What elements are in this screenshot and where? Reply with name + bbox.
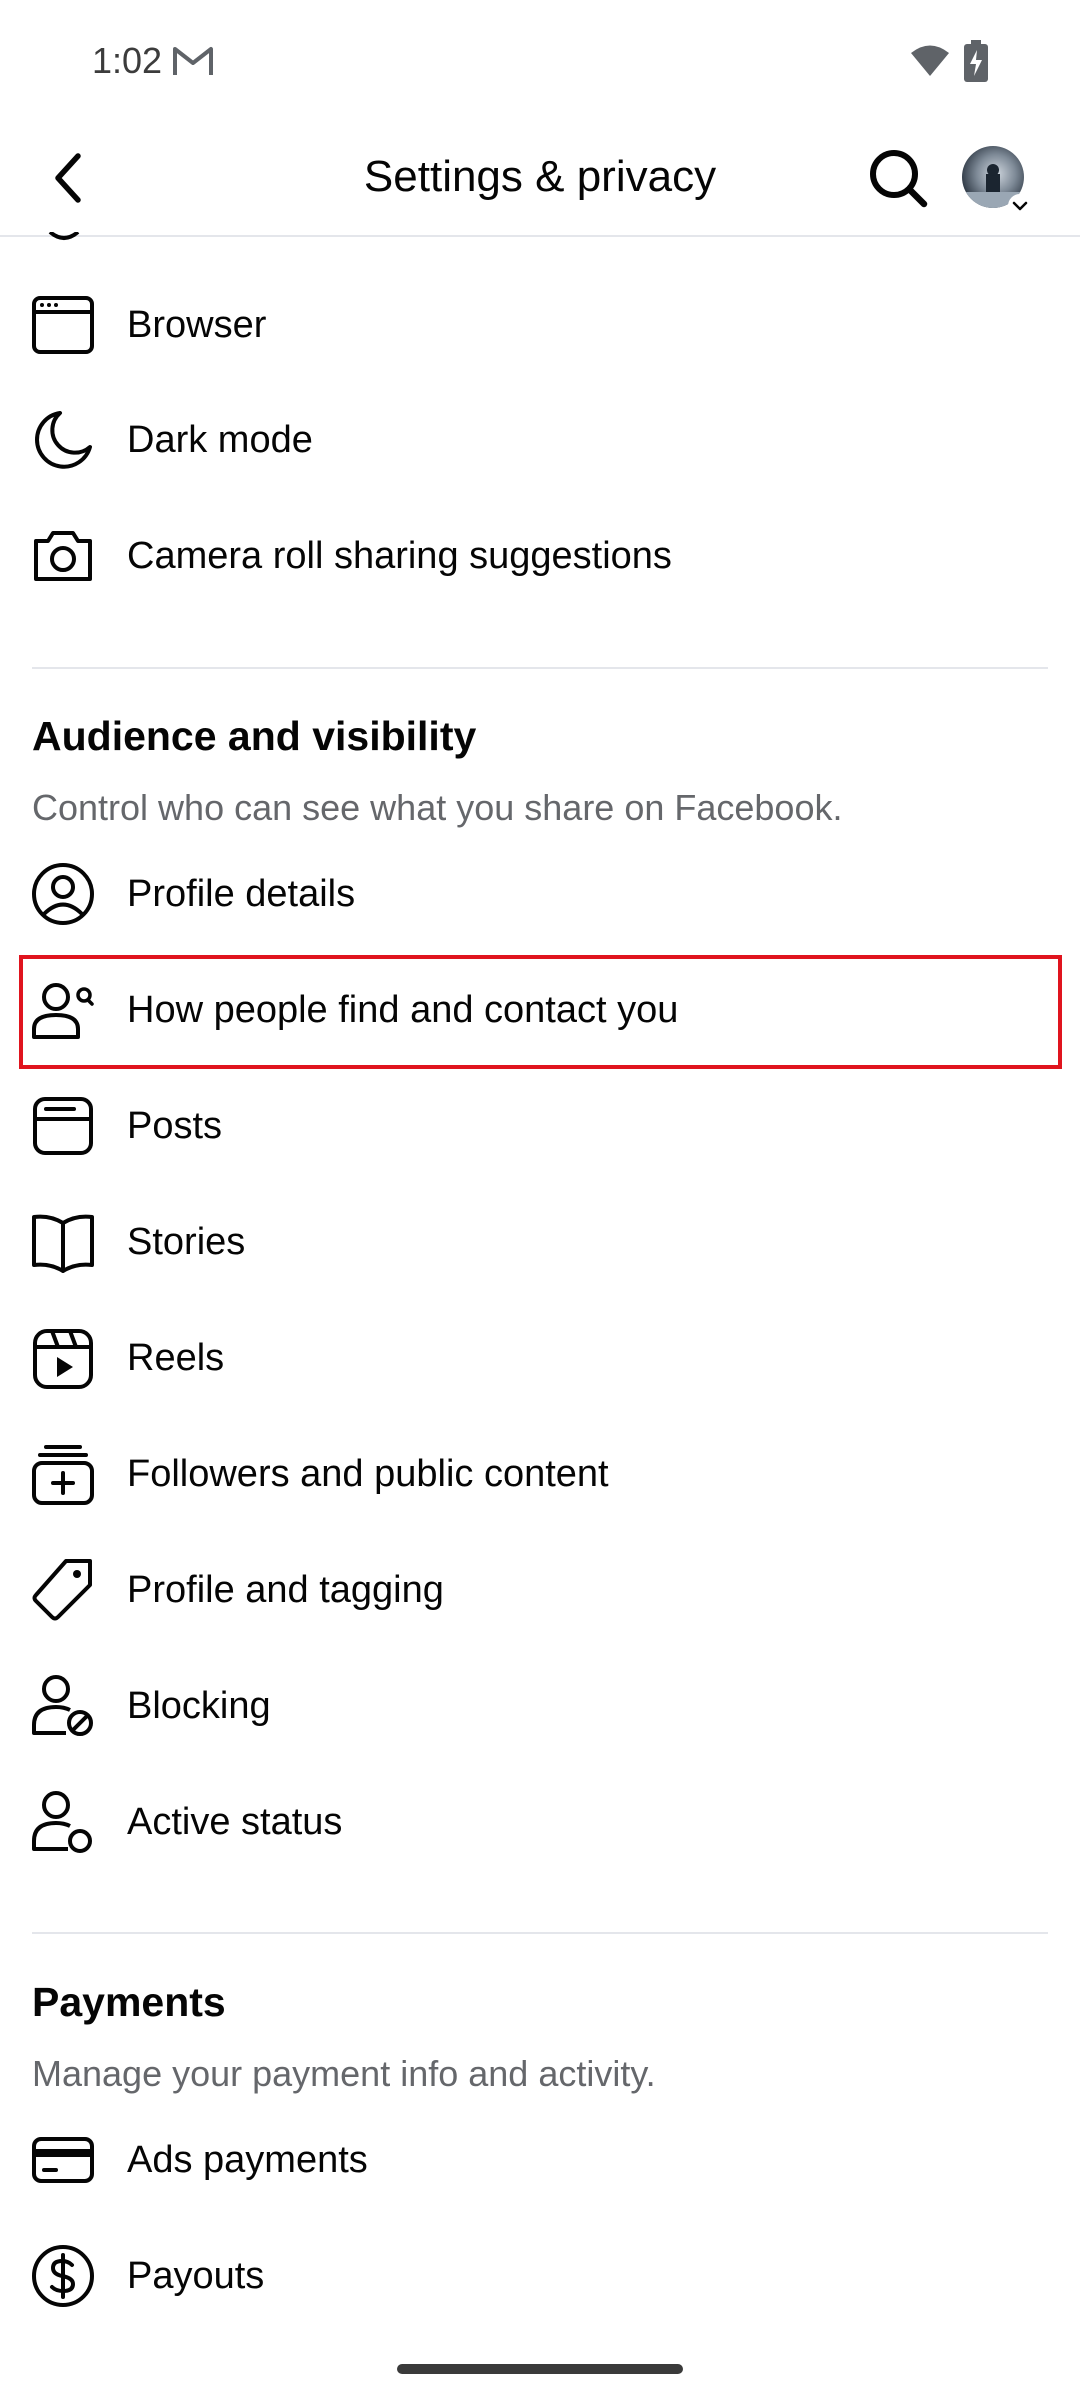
partial-icon: [34, 232, 94, 242]
wifi-icon: [910, 44, 950, 78]
status-time: 1:02: [92, 40, 163, 81]
settings-item-browser[interactable]: Browser: [0, 268, 1080, 382]
settings-item-stories[interactable]: Stories: [0, 1185, 1080, 1299]
section-title: Payments: [32, 1979, 226, 2025]
settings-item-label: Followers and public content: [127, 1453, 609, 1495]
settings-item-label: Browser: [127, 304, 267, 346]
battery-icon: [964, 40, 988, 82]
settings-item-profile-tagging[interactable]: Profile and tagging: [0, 1533, 1080, 1647]
settings-item-payouts[interactable]: Payouts: [0, 2219, 1080, 2333]
settings-item-label: Ads payments: [127, 2139, 368, 2181]
settings-item-label: Profile and tagging: [127, 1569, 444, 1611]
section-description: Control who can see what you share on Fa…: [32, 787, 843, 828]
settings-item-ads-payments[interactable]: Ads payments: [0, 2103, 1080, 2217]
section-divider: [32, 1932, 1048, 1934]
book-icon: [30, 1209, 96, 1275]
settings-item-reels[interactable]: Reels: [0, 1301, 1080, 1415]
settings-item-label: Posts: [127, 1105, 223, 1147]
settings-item-label: Payouts: [127, 2255, 265, 2297]
highlight-box: [19, 955, 1062, 1069]
browser-icon: [30, 292, 96, 358]
profile-circle-icon: [30, 861, 96, 927]
person-status-icon: [30, 1789, 96, 1855]
reels-icon: [30, 1325, 96, 1391]
status-bar: 1:02: [0, 0, 1080, 120]
camera-icon: [30, 523, 96, 589]
settings-item-label: Profile details: [127, 873, 356, 915]
search-button[interactable]: [866, 146, 930, 210]
settings-item-posts[interactable]: Posts: [0, 1069, 1080, 1183]
settings-item-profile-details[interactable]: Profile details: [0, 837, 1080, 951]
section-title: Audience and visibility: [32, 713, 477, 759]
tag-icon: [30, 1557, 96, 1623]
person-block-icon: [30, 1673, 96, 1739]
followers-icon: [30, 1441, 96, 1507]
settings-item-label: Reels: [127, 1337, 225, 1379]
settings-item-label: Camera roll sharing suggestions: [127, 535, 672, 577]
header-bar: Settings & privacy: [0, 120, 1080, 237]
section-divider: [32, 667, 1048, 669]
section-description: Manage your payment info and activity.: [32, 2053, 656, 2094]
settings-item-followers[interactable]: Followers and public content: [0, 1417, 1080, 1531]
settings-item-label: Stories: [127, 1221, 246, 1263]
dollar-icon: [30, 2243, 96, 2309]
settings-item-label: Blocking: [127, 1685, 271, 1727]
home-indicator[interactable]: [397, 2364, 683, 2374]
chevron-down-icon: [1008, 194, 1032, 218]
card-icon: [30, 2127, 96, 2193]
settings-item-active-status[interactable]: Active status: [0, 1765, 1080, 1879]
search-icon: [870, 150, 928, 208]
moon-icon: [30, 407, 96, 473]
settings-item-camera-roll[interactable]: Camera roll sharing suggestions: [0, 499, 1080, 613]
settings-item-label: Dark mode: [127, 419, 313, 461]
settings-item-dark-mode[interactable]: Dark mode: [0, 383, 1080, 497]
gmail-icon: [172, 44, 214, 78]
posts-icon: [30, 1093, 96, 1159]
profile-switcher[interactable]: [962, 146, 1032, 218]
settings-item-blocking[interactable]: Blocking: [0, 1649, 1080, 1763]
settings-item-label: Active status: [127, 1801, 343, 1843]
